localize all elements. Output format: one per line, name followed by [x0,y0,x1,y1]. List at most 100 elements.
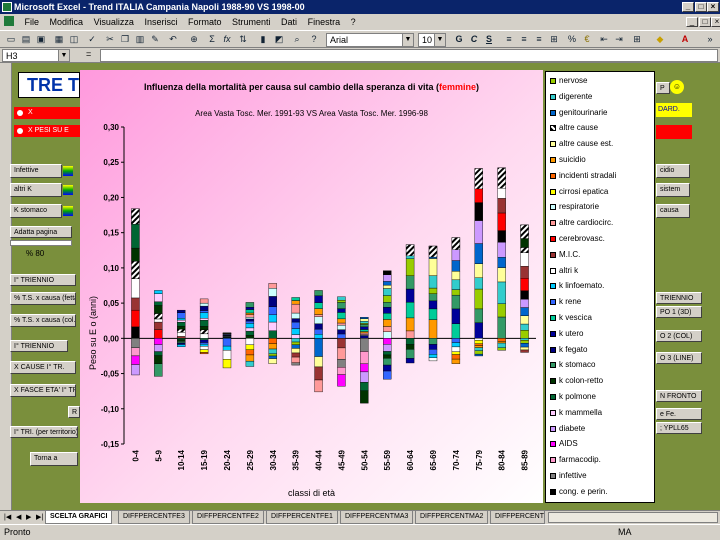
new-icon[interactable]: ▭ [4,33,18,46]
close-button[interactable]: × [707,2,719,12]
menu-finestra[interactable]: Finestra [308,17,341,27]
adatta-pagina-button[interactable]: Adatta pagina [10,226,72,238]
doc-close-button[interactable]: × [711,17,720,27]
p-button[interactable]: P [656,82,670,94]
triennio-territorio-button[interactable]: I° TRI. (per territorio) [10,426,78,438]
doc-minimize-button[interactable]: _ [686,17,698,27]
menu-formato[interactable]: Formato [188,17,222,27]
increase-indent-icon[interactable]: ⇥ [612,33,626,46]
decrease-decimal-icon[interactable]: ⇤ [597,33,611,46]
minimize-button[interactable]: _ [682,2,694,12]
menu-file[interactable]: File [25,17,40,27]
altri-k-button[interactable]: altri K [10,183,62,197]
zoom-slider[interactable] [10,240,72,246]
menu-modifica[interactable]: Modifica [50,17,84,27]
ts-causa-col-button[interactable]: % T.S. x causa (col.) [10,314,76,327]
radio-icon[interactable] [17,128,23,134]
menu-dati[interactable]: Dati [281,17,297,27]
underline-button[interactable]: S [482,33,496,46]
radio-icon[interactable] [17,110,23,116]
tab-diffpercentfe2[interactable]: DIFFPERCENTFE2 [192,511,264,524]
tab-next-icon[interactable]: ▶ [26,513,31,521]
undo-icon[interactable]: ↶ [166,33,180,46]
toolbar-options-icon[interactable]: » [703,33,717,46]
name-box[interactable]: H3 ▼ [2,49,70,62]
horizontal-scrollbar[interactable] [548,512,718,523]
italic-button[interactable]: C [467,33,481,46]
hyperlink-icon[interactable]: ⊕ [187,33,201,46]
tab-diffpercentma2[interactable]: DIFFPERCENTMA2 [415,511,489,524]
tab-diffpercentfe1[interactable]: DIFFPERCENTFE1 [266,511,338,524]
align-right-icon[interactable]: ≡ [532,33,546,46]
save-icon[interactable]: ▣ [34,33,48,46]
function-icon[interactable]: fx [220,33,234,46]
cause-button[interactable]: causa [656,204,690,218]
menu-strumenti[interactable]: Strumenti [232,17,271,27]
font-name-combo[interactable]: Arial ▼ [326,33,414,47]
standard-button[interactable]: DARD. [656,103,692,117]
ypll65-button[interactable]: ; YPLL65 [656,422,702,434]
tab-last-icon[interactable]: ▶| [36,513,43,521]
doc-restore-button[interactable]: □ [699,17,711,27]
euro-button[interactable]: € [580,33,594,46]
tipo-1-3d-button[interactable]: PO 1 (3D) [656,306,702,318]
fill-color-icon[interactable]: ◆ [653,33,667,46]
tab-diffpercent[interactable]: DIFFPERCENT [490,511,545,524]
zoom-icon[interactable]: ⌕ [290,33,304,46]
currency-button[interactable]: % [565,33,579,46]
x-fasce-eta-button[interactable]: X FASCE ETA' I° TR. [10,384,76,397]
r-button[interactable]: R [68,406,80,418]
spelling-icon[interactable]: ✓ [85,33,99,46]
maximize-button[interactable]: □ [695,2,707,12]
chart-wizard-icon[interactable]: ▮ [256,33,270,46]
font-color-icon[interactable]: A [678,33,692,46]
paste-icon[interactable]: ▥ [133,33,147,46]
print-icon[interactable]: ▦ [52,33,66,46]
tab-first-icon[interactable]: |◀ [4,513,11,521]
smiley-icon[interactable]: ☺ [670,80,684,94]
workbook-icon[interactable] [4,16,14,26]
merge-center-icon[interactable]: ⊞ [547,33,561,46]
red-option-bar-1[interactable]: X [14,107,80,119]
borders-icon[interactable]: ⊞ [630,33,644,46]
help-icon[interactable]: ? [307,33,321,46]
tipo-2-col-button[interactable]: O 2 (COL) [656,330,702,342]
tipo-3-line-button[interactable]: O 3 (LINE) [656,352,702,364]
chart-legend[interactable]: nervose digerente genitourinarie altre caus… [545,71,655,503]
infettive-button[interactable]: Infettive [10,164,62,178]
chart-area[interactable]: 0,30 0,25 0,20 0,15 0,10 0,05 0,00 -0,05 -0,10 -0… [80,70,543,503]
x-cause-button[interactable]: X CAUSE I° TR. [10,361,76,374]
menu-visualizza[interactable]: Visualizza [94,17,134,27]
tab-diffpercentfe3[interactable]: DIFFPERCENTFE3 [118,511,190,524]
triennio-right-button[interactable]: TRIENNIO [656,292,702,304]
drawing-icon[interactable]: ◩ [272,33,286,46]
triennio-button-2[interactable]: I° TRIENNIO [10,340,68,352]
ts-causa-fetta-button[interactable]: % T.S. x causa (fetta) [10,292,76,305]
tab-scelta-grafici[interactable]: SCELTA GRAFICI [45,511,113,524]
open-icon[interactable]: ▤ [19,33,33,46]
bold-button[interactable]: G [452,33,466,46]
suicidio-button[interactable]: cidio [656,164,690,178]
copy-icon[interactable]: ❐ [118,33,132,46]
format-painter-icon[interactable]: ✎ [148,33,162,46]
sort-ascending-icon[interactable]: ⇅ [236,33,250,46]
sum-icon[interactable]: Σ [205,33,219,46]
menu-inserisci[interactable]: Inserisci [144,17,177,27]
sistema-button[interactable]: sistem [656,183,690,197]
print-preview-icon[interactable]: ◫ [67,33,81,46]
primo-triennio-button[interactable]: I° TRIENNIO [10,274,76,286]
confronto-button[interactable]: N FRONTO [656,390,702,402]
fe-button[interactable]: e Fe. [656,408,702,420]
font-size-combo[interactable]: 10 ▼ [418,33,446,47]
tab-prev-icon[interactable]: ◀ [16,513,21,521]
k-stomaco-button[interactable]: K stomaco [10,204,62,218]
menu-help[interactable]: ? [351,17,356,27]
align-left-icon[interactable]: ≡ [502,33,516,46]
formula-input[interactable] [100,49,718,62]
chevron-down-icon[interactable]: ▼ [402,34,413,46]
cut-icon[interactable]: ✂ [103,33,117,46]
align-center-icon[interactable]: ≡ [517,33,531,46]
chevron-down-icon[interactable]: ▼ [434,34,445,46]
tab-diffpercentma3[interactable]: DIFFPERCENTMA3 [340,511,414,524]
red-option-bar-2[interactable]: X PESI SU E [14,125,80,137]
